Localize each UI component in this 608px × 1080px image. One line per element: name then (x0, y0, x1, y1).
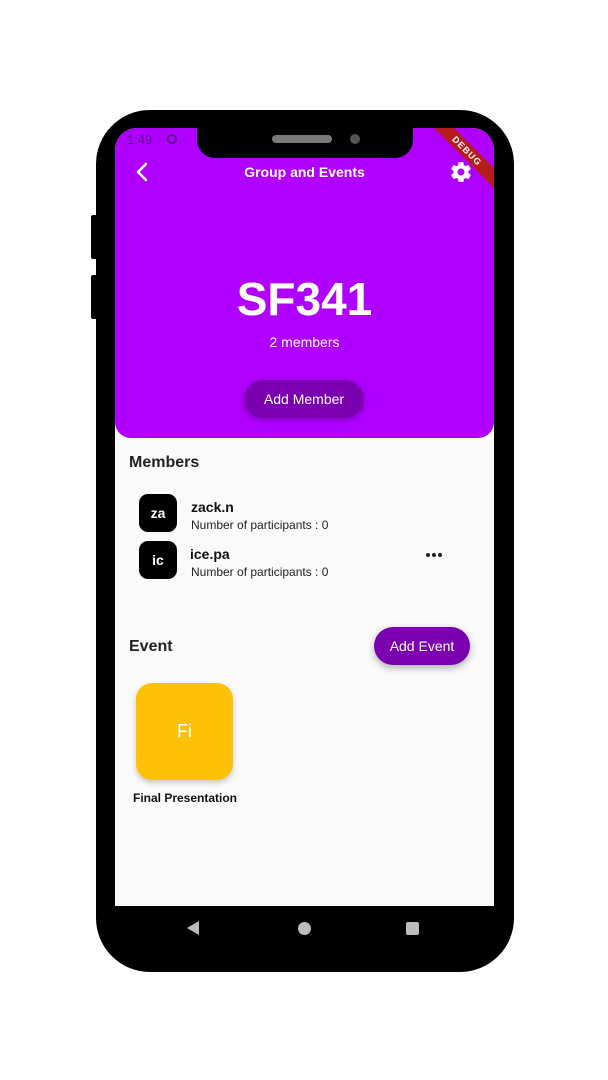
group-header: 1:49 DEBUG Group and Events SF341 2 memb… (115, 128, 494, 438)
members-count: 2 members (269, 334, 340, 350)
member-name: ice.pa (190, 546, 230, 562)
group-name: SF341 (236, 273, 373, 325)
front-camera (350, 134, 360, 144)
status-notification-icon (167, 134, 177, 144)
avatar: za (139, 494, 177, 532)
app-screen: 1:49 DEBUG Group and Events SF341 2 memb… (115, 128, 494, 950)
nav-home-icon[interactable] (298, 922, 311, 935)
gear-icon[interactable] (449, 160, 473, 184)
status-time: 1:49 (127, 132, 153, 147)
add-event-button[interactable]: Add Event (374, 627, 470, 665)
avatar: ic (139, 541, 177, 579)
phone-side-button (91, 215, 97, 259)
system-navigation-bar (115, 906, 494, 950)
event-card[interactable]: Fi (136, 683, 233, 780)
more-horizontal-icon[interactable] (426, 553, 444, 559)
member-subtitle: Number of participants : 0 (191, 565, 329, 579)
members-section-title: Members (129, 454, 200, 471)
add-member-button[interactable]: Add Member (244, 380, 364, 418)
event-name: Final Presentation (132, 791, 238, 805)
phone-side-button (91, 275, 97, 319)
speaker-grille (272, 135, 332, 143)
nav-back-icon[interactable] (187, 921, 199, 935)
nav-recents-icon[interactable] (406, 922, 419, 935)
phone-notch (197, 128, 413, 158)
event-section-title: Event (129, 638, 173, 655)
member-subtitle: Number of participants : 0 (191, 518, 329, 532)
page-title: Group and Events (244, 164, 365, 180)
member-name: zack.n (191, 499, 234, 515)
